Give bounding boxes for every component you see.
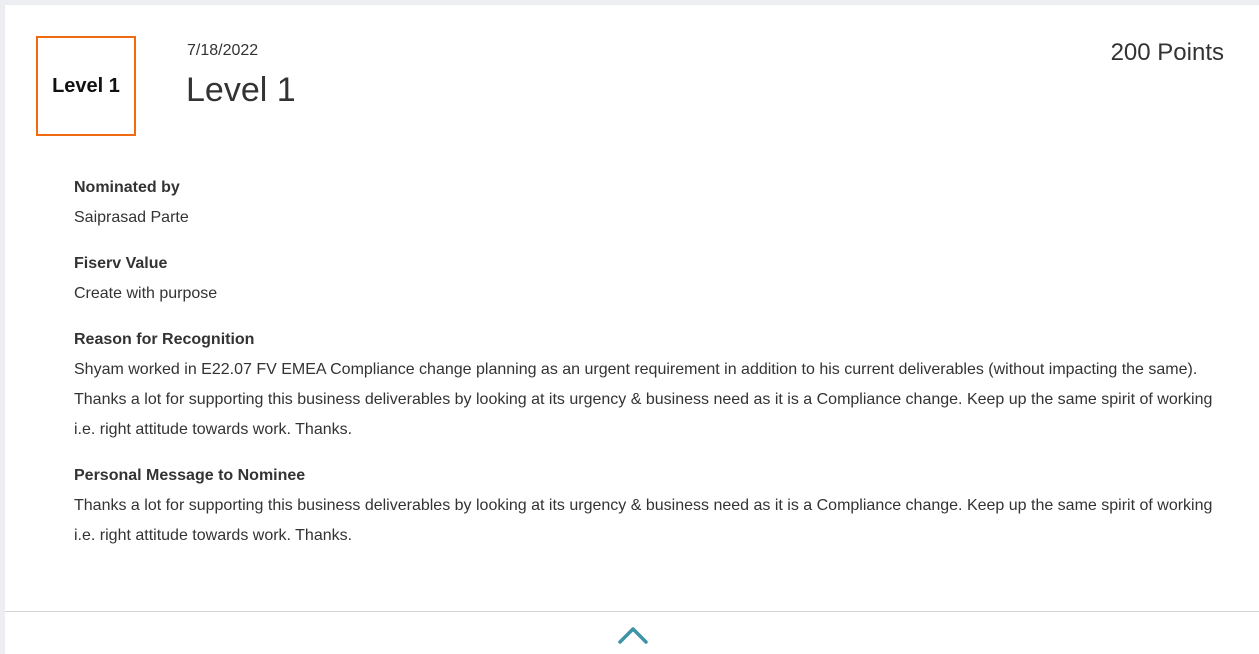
section-nominated-by: Nominated by Saiprasad Parte	[74, 177, 1214, 233]
award-title: Level 1	[186, 71, 296, 109]
section-value: Shyam worked in E22.07 FV EMEA Complianc…	[74, 361, 1213, 438]
section-value: Saiprasad Parte	[74, 209, 189, 226]
section-label: Reason for Recognition	[74, 331, 255, 348]
level-badge-label: Level 1	[52, 74, 120, 97]
section-personal-message: Personal Message to Nominee Thanks a lot…	[74, 465, 1214, 551]
section-label: Fiserv Value	[74, 255, 168, 272]
divider	[5, 611, 1259, 612]
recognition-card: Level 1 7/18/2022 Level 1 200 Points Nom…	[5, 5, 1259, 654]
section-reason: Reason for Recognition Shyam worked in E…	[74, 329, 1214, 445]
level-badge: Level 1	[36, 36, 136, 136]
section-value: Create with purpose	[74, 285, 218, 302]
section-label: Nominated by	[74, 179, 180, 196]
chevron-up-icon[interactable]	[617, 625, 649, 645]
details: Nominated by Saiprasad Parte Fiserv Valu…	[74, 177, 1214, 571]
award-points: 200 Points	[1110, 39, 1224, 66]
section-value: Thanks a lot for supporting this busines…	[74, 497, 1213, 544]
section-label: Personal Message to Nominee	[74, 467, 306, 484]
award-date: 7/18/2022	[187, 42, 259, 59]
section-fiserv-value: Fiserv Value Create with purpose	[74, 253, 1214, 309]
